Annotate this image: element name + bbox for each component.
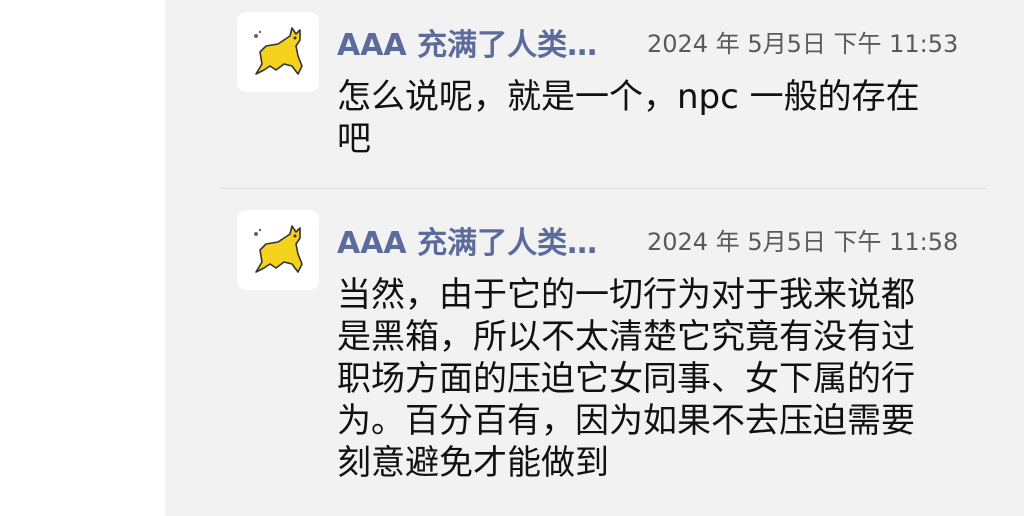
avatar[interactable] — [237, 210, 319, 290]
avatar[interactable] — [237, 12, 319, 92]
message-timestamp: 2024 年 5月5日 下午 11:58 — [647, 228, 959, 256]
message-timestamp: 2024 年 5月5日 下午 11:53 — [647, 30, 959, 58]
message-text: 当然，由于它的一切行为对于我来说都 是黑箱，所以不太清楚它究竟有没有过 职场方面… — [337, 275, 915, 483]
sender-name[interactable]: AAA 充满了人类… — [337, 20, 597, 64]
chat-thread[interactable]: AAA 充满了人类… 2024 年 5月5日 下午 11:53 怎么说呢，就是一… — [165, 0, 1024, 516]
message-item[interactable]: AAA 充满了人类… 2024 年 5月5日 下午 11:53 怎么说呢，就是一… — [237, 12, 985, 182]
message-divider — [220, 188, 986, 189]
yellow-cat-icon — [254, 27, 303, 75]
left-blank-pane — [0, 0, 165, 516]
sender-name[interactable]: AAA 充满了人类… — [337, 218, 597, 262]
message-item[interactable]: AAA 充满了人类… 2024 年 5月5日 下午 11:58 当然，由于它的一… — [237, 210, 985, 510]
yellow-cat-icon — [254, 225, 303, 273]
message-text: 怎么说呢，就是一个，npc 一般的存在 吧 — [337, 77, 920, 159]
